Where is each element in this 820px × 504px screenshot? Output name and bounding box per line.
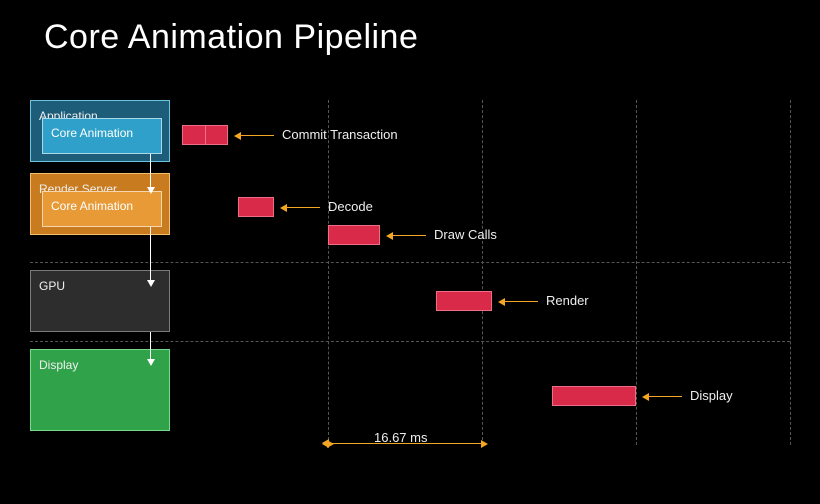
bar-draw-calls: [328, 225, 380, 245]
arrow-display: [648, 396, 682, 397]
label-draw-calls: Draw Calls: [434, 227, 497, 242]
frame-line-2: [482, 100, 483, 445]
panel-display-label: Display: [39, 358, 78, 372]
panel-gpu-label: GPU: [39, 279, 65, 293]
timing-span-left-arrowhead: [322, 439, 329, 447]
arrow-render: [504, 301, 538, 302]
label-timing: 16.67 ms: [374, 430, 427, 445]
bar-decode: [238, 197, 274, 217]
diagram-stage: Core Animation Pipeline Application Core…: [0, 0, 820, 504]
lane-divider-2: [30, 341, 790, 342]
panel-render-server-inner-label: Core Animation: [51, 199, 133, 213]
bar-commit-transaction: [182, 125, 228, 145]
arrow-commit: [240, 135, 274, 136]
arrow-decode: [286, 207, 320, 208]
arrow-draw-calls: [392, 235, 426, 236]
label-render: Render: [546, 293, 589, 308]
lane-divider-1: [30, 262, 790, 263]
label-decode: Decode: [328, 199, 373, 214]
slide-title: Core Animation Pipeline: [44, 18, 418, 57]
flow-arrow-gpu-to-display: [150, 332, 151, 360]
flow-arrow-app-to-rs: [150, 154, 151, 188]
bar-display: [552, 386, 636, 406]
frame-line-4: [790, 100, 791, 445]
label-display: Display: [690, 388, 733, 403]
bar-render: [436, 291, 492, 311]
panel-application-inner: Core Animation: [42, 118, 162, 154]
panel-application-inner-label: Core Animation: [51, 126, 133, 140]
panel-render-server-inner: Core Animation: [42, 191, 162, 227]
frame-line-1: [328, 100, 329, 445]
label-commit: Commit Transaction: [282, 127, 398, 142]
frame-line-3: [636, 100, 637, 445]
flow-arrow-rs-to-gpu: [150, 227, 151, 281]
